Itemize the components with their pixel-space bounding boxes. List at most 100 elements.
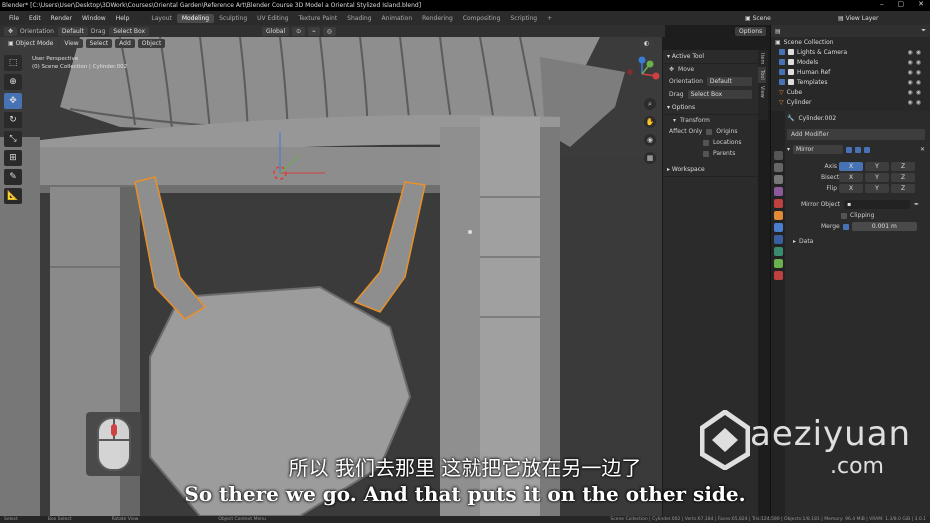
data-tab-icon[interactable] (773, 259, 783, 268)
menu-object[interactable]: Object (137, 39, 166, 48)
workspace-tab-shading[interactable]: Shading (342, 14, 376, 23)
tool-tab-icon[interactable] (773, 151, 783, 160)
item-checkbox[interactable] (779, 69, 785, 75)
navigation-gizmo[interactable] (622, 54, 662, 94)
menu-help[interactable]: Help (111, 15, 135, 22)
transform-icon[interactable]: ⊞ (4, 150, 22, 166)
visibility-icon[interactable]: ◉◉ (908, 99, 924, 106)
snap-icon[interactable]: ⌁ (308, 26, 320, 36)
pan-icon[interactable]: ✋ (644, 116, 656, 128)
item-checkbox[interactable] (779, 49, 785, 55)
axis-x-toggle[interactable]: X (839, 162, 863, 171)
menu-edit[interactable]: Edit (24, 15, 46, 22)
filter-icon[interactable]: ⏷ (921, 27, 926, 35)
outliner-item[interactable]: ▽ Cube ◉◉ (771, 87, 930, 97)
npanel-orientation-dropdown[interactable]: Default (706, 77, 752, 86)
bisect-x-toggle[interactable]: X (839, 173, 863, 182)
workspace-tab-scripting[interactable]: Scripting (505, 14, 542, 23)
menu-render[interactable]: Render (46, 15, 77, 22)
flip-y-toggle[interactable]: Y (865, 184, 889, 193)
minimize-button[interactable]: – (880, 0, 884, 8)
scene-selector[interactable]: ▣ Scene (745, 15, 771, 22)
outliner-item[interactable]: Lights & Camera ◉◉ (771, 47, 930, 57)
outliner-root[interactable]: ▣ Scene Collection (771, 37, 930, 47)
maximize-button[interactable]: ▢ (898, 0, 905, 8)
measure-icon[interactable]: 📐 (4, 188, 22, 204)
options-dropdown[interactable]: Options (735, 26, 767, 36)
transform-orientation-dropdown[interactable]: Global (262, 26, 290, 36)
item-checkbox[interactable] (779, 79, 785, 85)
workspace-tab-sculpting[interactable]: Sculpting (214, 14, 252, 23)
workspace-tab-uv-editing[interactable]: UV Editing (252, 14, 293, 23)
tab-view[interactable]: View (758, 83, 766, 101)
transform-subsection[interactable]: ▾ Transform (663, 115, 758, 126)
orientation-dropdown[interactable]: Default (57, 26, 88, 36)
outliner-item[interactable]: Human Ref ◉◉ (771, 67, 930, 77)
outliner-display-icon[interactable]: ▤ (775, 28, 781, 35)
merge-distance-field[interactable]: 0.001 m (851, 222, 917, 231)
axis-z-toggle[interactable]: Z (891, 162, 915, 171)
view-layer-selector[interactable]: ▤ View Layer (838, 15, 878, 22)
eyedropper-icon[interactable]: ✒ (914, 201, 919, 208)
visibility-icon[interactable]: ◉◉ (908, 69, 924, 76)
modifier-name-field[interactable]: Mirror (793, 145, 844, 154)
modifier-close-icon[interactable]: ✕ (920, 146, 925, 153)
data-subpanel[interactable]: ▸ Data (793, 238, 813, 245)
active-tool-section[interactable]: ▾ Active Tool (663, 50, 758, 64)
menu-select[interactable]: Select (85, 39, 113, 48)
scene-tab-icon[interactable] (773, 187, 783, 196)
visibility-icon[interactable]: ◉◉ (908, 89, 924, 96)
origins-checkbox[interactable] (706, 128, 713, 135)
render-tab-icon[interactable] (773, 163, 783, 172)
modifier-tab-icon[interactable] (773, 223, 783, 232)
menu-file[interactable]: File (4, 15, 24, 22)
scale-icon[interactable]: ⤡ (4, 131, 22, 147)
world-tab-icon[interactable] (773, 199, 783, 208)
zoom-icon[interactable]: ⌕ (644, 98, 656, 110)
mirror-object-field[interactable]: ▪ (844, 200, 910, 209)
workspace-tab-compositing[interactable]: Compositing (458, 14, 506, 23)
pivot-icon[interactable]: ⊙ (292, 26, 306, 36)
render-toggle[interactable] (864, 146, 871, 153)
close-button[interactable]: ✕ (918, 0, 924, 8)
mode-dropdown[interactable]: ▣ Object Mode (4, 39, 58, 48)
camera-icon[interactable]: ◉ (644, 134, 656, 146)
menu-view[interactable]: View (60, 39, 83, 48)
merge-checkbox[interactable] (842, 223, 849, 230)
tab-tool[interactable]: Tool (758, 67, 766, 84)
menu-window[interactable]: Window (77, 15, 111, 22)
add-workspace-button[interactable]: + (542, 14, 557, 23)
item-checkbox[interactable] (779, 59, 785, 65)
npanel-drag-dropdown[interactable]: Select Box (687, 90, 752, 99)
physics-tab-icon[interactable] (773, 247, 783, 256)
select-box-icon[interactable]: ⬚ (4, 55, 22, 71)
expand-icon[interactable]: ▾ (787, 146, 790, 153)
proportional-edit-icon[interactable]: ◎ (322, 26, 337, 36)
ortho-grid-icon[interactable]: ▦ (644, 152, 656, 164)
workspace-tab-modeling[interactable]: Modeling (176, 13, 215, 23)
drag-dropdown[interactable]: Select Box (109, 26, 149, 36)
visibility-icon[interactable]: ◉◉ (908, 49, 924, 56)
bisect-y-toggle[interactable]: Y (865, 173, 889, 182)
axis-y-toggle[interactable]: Y (865, 162, 889, 171)
particles-tab-icon[interactable] (773, 235, 783, 244)
editmode-toggle[interactable] (846, 146, 853, 153)
workspace-section[interactable]: ▸ Workspace (663, 163, 758, 177)
menu-add[interactable]: Add (115, 39, 135, 48)
object-tab-icon[interactable] (773, 211, 783, 220)
rotate-icon[interactable]: ↻ (4, 112, 22, 128)
add-modifier-button[interactable]: Add Modifier (787, 129, 925, 140)
workspace-tab-animation[interactable]: Animation (377, 14, 418, 23)
viewport-toggle[interactable] (855, 146, 862, 153)
output-tab-icon[interactable] (773, 175, 783, 184)
options-section[interactable]: ▾ Options (663, 101, 758, 115)
parents-checkbox[interactable] (703, 150, 709, 157)
visibility-icon[interactable]: ◉◉ (908, 79, 924, 86)
visibility-icon[interactable]: ◉◉ (908, 59, 924, 66)
workspace-tab-rendering[interactable]: Rendering (417, 14, 458, 23)
locations-checkbox[interactable] (703, 139, 709, 146)
flip-x-toggle[interactable]: X (839, 184, 863, 193)
outliner-item[interactable]: ▽ Cylinder ◉◉ (771, 97, 930, 107)
tab-item[interactable]: Item (758, 50, 766, 67)
workspace-tab-texture-paint[interactable]: Texture Paint (293, 14, 342, 23)
